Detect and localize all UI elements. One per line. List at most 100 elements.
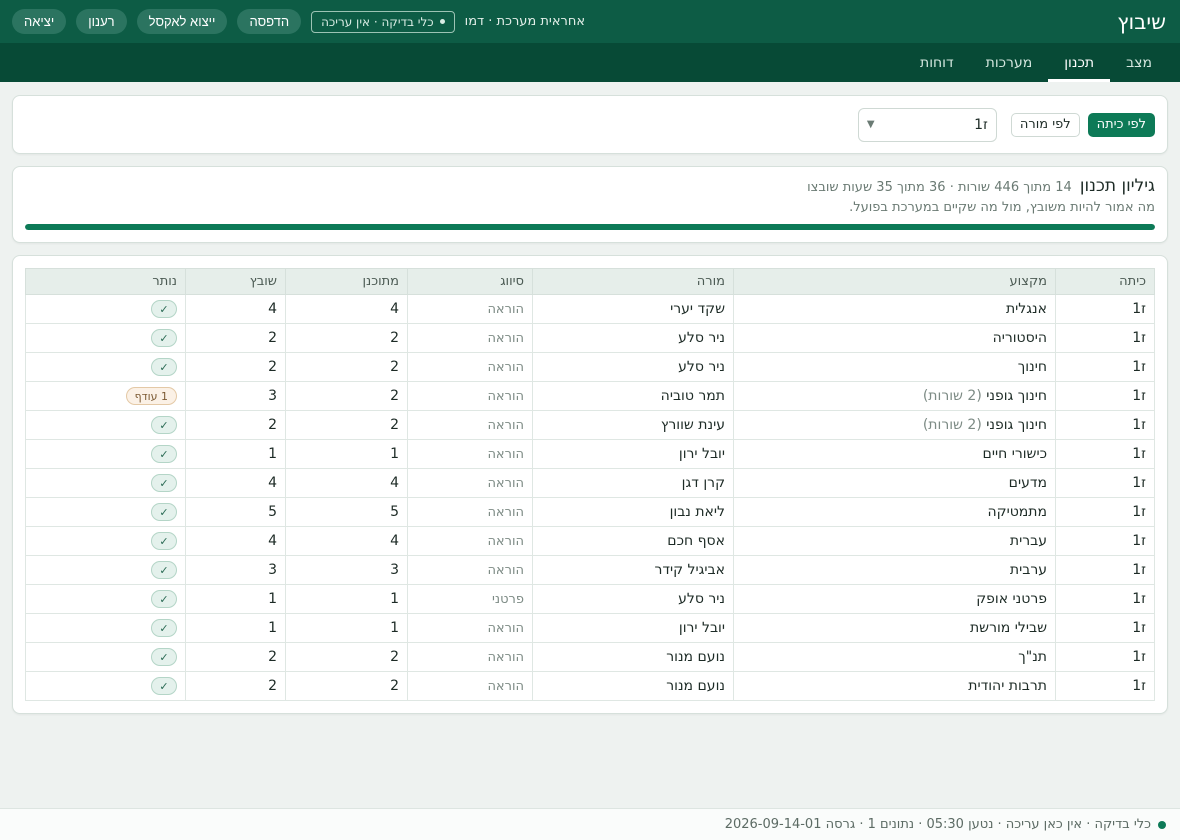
cell-remaining: ✓ xyxy=(25,410,186,440)
cell-remaining: ✓ xyxy=(25,671,186,701)
export-excel-button[interactable]: ייצוא לאקסל xyxy=(136,9,228,34)
logout-button[interactable]: יציאה xyxy=(12,9,67,34)
cell-class: ז1 xyxy=(1055,323,1155,353)
cell-subject: פרטני אופק xyxy=(733,584,1056,614)
col-header-type[interactable]: סיווג xyxy=(407,268,533,295)
table-row[interactable]: ז1 חינוך ניר סלע הוראה 2 2 ✓ xyxy=(25,352,1155,382)
tab-planning[interactable]: תכנון xyxy=(1048,43,1110,82)
cell-subject: מתמטיקה xyxy=(733,497,1056,527)
cell-planned: 2 xyxy=(285,323,408,353)
cell-remaining: ✓ xyxy=(25,294,186,324)
cell-type: הוראה xyxy=(407,381,533,411)
cell-remaining: ✓ xyxy=(25,642,186,672)
check-icon: ✓ xyxy=(151,619,177,637)
cell-planned: 1 xyxy=(285,584,408,614)
cell-planned: 3 xyxy=(285,555,408,585)
check-icon: ✓ xyxy=(151,532,177,550)
cell-teacher: קרן דגן xyxy=(532,468,734,498)
filter-by-class-button[interactable]: לפי כיתה xyxy=(1087,112,1155,137)
cell-planned: 4 xyxy=(285,526,408,556)
cell-remaining: 1 עודף xyxy=(25,381,186,411)
status-pill: כלי בדיקה · אין עריכה xyxy=(311,10,455,33)
cell-assigned: 4 xyxy=(185,294,286,324)
table-row[interactable]: ז1 היסטוריה ניר סלע הוראה 2 2 ✓ xyxy=(25,323,1155,353)
cell-teacher: ליאת נבון xyxy=(532,497,734,527)
cell-teacher: יובל ירון xyxy=(532,613,734,643)
class-select-value: ז1 xyxy=(974,116,988,133)
table-row[interactable]: ז1 מתמטיקה ליאת נבון הוראה 5 5 ✓ xyxy=(25,497,1155,527)
cell-class: ז1 xyxy=(1055,381,1155,411)
class-select[interactable]: ז1 ▼ xyxy=(857,107,997,142)
cell-subject: חינוך xyxy=(733,352,1056,382)
cell-remaining: ✓ xyxy=(25,468,186,498)
cell-type: הוראה xyxy=(407,468,533,498)
col-header-remaining[interactable]: נותר xyxy=(25,268,186,295)
cell-subject: חינוך גופני (2 שורות) xyxy=(733,381,1056,411)
tab-timetables[interactable]: מערכות xyxy=(970,43,1049,82)
table-row[interactable]: ז1 פרטני אופק ניר סלע פרטני 1 1 ✓ xyxy=(25,584,1155,614)
subject-name: מתמטיקה xyxy=(987,504,1047,520)
table-row[interactable]: ז1 שבילי מורשת יובל ירון הוראה 1 1 ✓ xyxy=(25,613,1155,643)
subject-name: אנגלית xyxy=(1005,301,1047,317)
cell-type: הוראה xyxy=(407,352,533,382)
col-header-class[interactable]: כיתה xyxy=(1055,268,1155,295)
check-icon: ✓ xyxy=(151,648,177,666)
cell-assigned: 2 xyxy=(185,323,286,353)
print-button[interactable]: הדפסה xyxy=(237,9,302,34)
cell-teacher: יובל ירון xyxy=(532,439,734,469)
cell-planned: 1 xyxy=(285,439,408,469)
planning-summary: גיליון תכנון 14 מתוך 446 שורות · 36 מתוך… xyxy=(12,166,1168,243)
cell-planned: 2 xyxy=(285,642,408,672)
cell-assigned: 2 xyxy=(185,410,286,440)
cell-assigned: 3 xyxy=(185,555,286,585)
chevron-down-icon: ▼ xyxy=(866,119,875,130)
table-row[interactable]: ז1 עברית אסף חכם הוראה 4 4 ✓ xyxy=(25,526,1155,556)
table-row[interactable]: ז1 ערבית אביגיל קידר הוראה 3 3 ✓ xyxy=(25,555,1155,585)
cell-class: ז1 xyxy=(1055,555,1155,585)
table-row[interactable]: ז1 אנגלית שקד יערי הוראה 4 4 ✓ xyxy=(25,294,1155,324)
table-row[interactable]: ז1 חינוך גופני (2 שורות) תמר טוביה הוראה 2 3 1… xyxy=(25,381,1155,411)
tab-reports[interactable]: דוחות xyxy=(904,43,970,82)
cell-type: הוראה xyxy=(407,613,533,643)
header-actions: אחראית מערכת · דמו כלי בדיקה · אין עריכה… xyxy=(12,9,585,34)
filter-by-teacher-button[interactable]: לפי מורה xyxy=(1010,112,1080,137)
cell-class: ז1 xyxy=(1055,642,1155,672)
check-icon: ✓ xyxy=(151,474,177,492)
col-header-assigned[interactable]: שובץ xyxy=(185,268,286,295)
progress-bar-fill xyxy=(25,224,1155,230)
table-row[interactable]: ז1 חינוך גופני (2 שורות) עינת שוורץ הוראה 2 2… xyxy=(25,410,1155,440)
table-row[interactable]: ז1 מדעים קרן דגן הוראה 4 4 ✓ xyxy=(25,468,1155,498)
cell-class: ז1 xyxy=(1055,613,1155,643)
table-row[interactable]: ז1 כישורי חיים יובל ירון הוראה 1 1 ✓ xyxy=(25,439,1155,469)
check-icon: ✓ xyxy=(151,358,177,376)
cell-remaining: ✓ xyxy=(25,439,186,469)
cell-teacher: ניר סלע xyxy=(532,352,734,382)
cell-class: ז1 xyxy=(1055,526,1155,556)
col-header-subject[interactable]: מקצוע xyxy=(733,268,1056,295)
cell-type: הוראה xyxy=(407,439,533,469)
table-row[interactable]: ז1 תרבות יהודית נועם מנור הוראה 2 2 ✓ xyxy=(25,671,1155,701)
cell-subject: מדעים xyxy=(733,468,1056,498)
status-footer: כלי בדיקה · אין כאן עריכה · נטען 05:30 ·… xyxy=(0,808,1180,840)
cell-teacher: נועם מנור xyxy=(532,671,734,701)
cell-remaining: ✓ xyxy=(25,497,186,527)
cell-remaining: ✓ xyxy=(25,526,186,556)
status-dot-icon xyxy=(439,19,445,24)
cell-class: ז1 xyxy=(1055,497,1155,527)
summary-title: גיליון תכנון xyxy=(1079,176,1155,196)
cell-planned: 4 xyxy=(285,294,408,324)
cell-subject: תנ"ך xyxy=(733,642,1056,672)
check-icon: ✓ xyxy=(151,503,177,521)
cell-subject: אנגלית xyxy=(733,294,1056,324)
summary-stats: 14 מתוך 446 שורות · 36 מתוך 35 שעות שובצ… xyxy=(807,180,1072,195)
check-icon: ✓ xyxy=(151,329,177,347)
cell-teacher: ניר סלע xyxy=(532,584,734,614)
col-header-teacher[interactable]: מורה xyxy=(532,268,734,295)
tab-status[interactable]: מצב xyxy=(1110,43,1168,82)
table-row[interactable]: ז1 תנ"ך נועם מנור הוראה 2 2 ✓ xyxy=(25,642,1155,672)
cell-class: ז1 xyxy=(1055,294,1155,324)
app-title: שיבוץ xyxy=(1117,9,1166,34)
cell-type: הוראה xyxy=(407,555,533,585)
col-header-planned[interactable]: מתוכנן xyxy=(285,268,408,295)
refresh-button[interactable]: רענון xyxy=(76,9,127,34)
